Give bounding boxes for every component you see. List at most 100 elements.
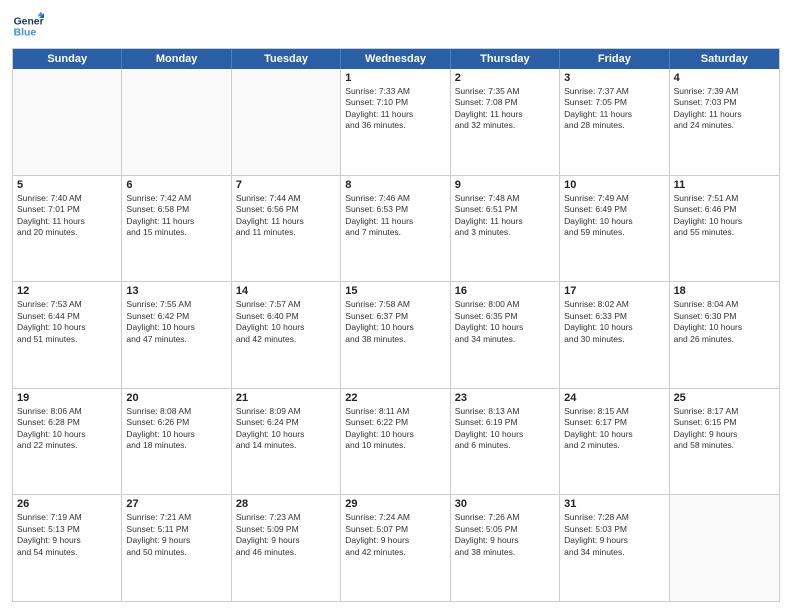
calendar-cell: 19Sunrise: 8:06 AM Sunset: 6:28 PM Dayli…	[13, 389, 122, 495]
header-day-tuesday: Tuesday	[232, 49, 341, 69]
calendar-cell: 1 Sunrise: 7:33 AM Sunset: 7:10 PM Daylig…	[341, 69, 450, 175]
header-day-thursday: Thursday	[451, 49, 560, 69]
cell-daylight-text: Sunrise: 7:46 AM Sunset: 6:53 PM Dayligh…	[345, 193, 445, 239]
header-day-saturday: Saturday	[670, 49, 779, 69]
calendar-cell: 6 Sunrise: 7:42 AM Sunset: 6:58 PM Daylig…	[122, 176, 231, 282]
calendar-cell: 13 Sunrise: 7:55 AM Sunset: 6:42 PM Dayli…	[122, 282, 231, 388]
cell-daylight-text: Sunrise: 8:15 AM Sunset: 6:17 PM Dayligh…	[564, 406, 664, 452]
day-number: 5	[17, 179, 117, 191]
cell-daylight-text: Sunrise: 7:42 AM Sunset: 6:58 PM Dayligh…	[126, 193, 226, 239]
cell-daylight-text: Sunrise: 7:39 AM Sunset: 7:03 PM Dayligh…	[674, 86, 775, 132]
cell-daylight-text: Sunrise: 7:55 AM Sunset: 6:42 PM Dayligh…	[126, 299, 226, 345]
day-number: 18	[674, 285, 775, 297]
calendar-cell	[13, 69, 122, 175]
calendar-cell: 30Sunrise: 7:26 AM Sunset: 5:05 PM Dayli…	[451, 495, 560, 601]
calendar-cell: 23 Sunrise: 8:13 AM Sunset: 6:19 PM Dayli…	[451, 389, 560, 495]
calendar-cell: 12 Sunrise: 7:53 AM Sunset: 6:44 PM Dayli…	[13, 282, 122, 388]
day-number: 31	[564, 498, 664, 510]
cell-daylight-text: Sunrise: 8:09 AM Sunset: 6:24 PM Dayligh…	[236, 406, 336, 452]
day-number: 4	[674, 72, 775, 84]
cell-daylight-text: Sunrise: 7:53 AM Sunset: 6:44 PM Dayligh…	[17, 299, 117, 345]
header-day-monday: Monday	[122, 49, 231, 69]
cell-daylight-text: Sunrise: 7:48 AM Sunset: 6:51 PM Dayligh…	[455, 193, 555, 239]
cell-daylight-text: Sunrise: 7:49 AM Sunset: 6:49 PM Dayligh…	[564, 193, 664, 239]
header-day-sunday: Sunday	[13, 49, 122, 69]
calendar-row-4: 19Sunrise: 8:06 AM Sunset: 6:28 PM Dayli…	[13, 389, 779, 496]
day-number: 1	[345, 72, 445, 84]
cell-daylight-text: Sunrise: 8:02 AM Sunset: 6:33 PM Dayligh…	[564, 299, 664, 345]
calendar-row-1: 1 Sunrise: 7:33 AM Sunset: 7:10 PM Daylig…	[13, 69, 779, 176]
cell-daylight-text: Sunrise: 8:17 AM Sunset: 6:15 PM Dayligh…	[674, 406, 775, 452]
day-number: 28	[236, 498, 336, 510]
calendar-cell: 5 Sunrise: 7:40 AM Sunset: 7:01 PM Daylig…	[13, 176, 122, 282]
cell-daylight-text: Sunrise: 7:35 AM Sunset: 7:08 PM Dayligh…	[455, 86, 555, 132]
logo: General Blue	[12, 10, 44, 42]
day-number: 15	[345, 285, 445, 297]
calendar-cell: 24 Sunrise: 8:15 AM Sunset: 6:17 PM Dayli…	[560, 389, 669, 495]
cell-daylight-text: Sunrise: 8:08 AM Sunset: 6:26 PM Dayligh…	[126, 406, 226, 452]
calendar-cell: 22 Sunrise: 8:11 AM Sunset: 6:22 PM Dayli…	[341, 389, 450, 495]
calendar-cell: 25Sunrise: 8:17 AM Sunset: 6:15 PM Dayli…	[670, 389, 779, 495]
day-number: 8	[345, 179, 445, 191]
cell-daylight-text: Sunrise: 8:13 AM Sunset: 6:19 PM Dayligh…	[455, 406, 555, 452]
cell-daylight-text: Sunrise: 8:00 AM Sunset: 6:35 PM Dayligh…	[455, 299, 555, 345]
day-number: 26	[17, 498, 117, 510]
day-number: 19	[17, 392, 117, 404]
cell-daylight-text: Sunrise: 7:58 AM Sunset: 6:37 PM Dayligh…	[345, 299, 445, 345]
calendar-cell: 3Sunrise: 7:37 AM Sunset: 7:05 PM Daylig…	[560, 69, 669, 175]
cell-daylight-text: Sunrise: 7:21 AM Sunset: 5:11 PM Dayligh…	[126, 512, 226, 558]
calendar-row-5: 26 Sunrise: 7:19 AM Sunset: 5:13 PM Dayli…	[13, 495, 779, 601]
cell-daylight-text: Sunrise: 7:19 AM Sunset: 5:13 PM Dayligh…	[17, 512, 117, 558]
cell-daylight-text: Sunrise: 8:04 AM Sunset: 6:30 PM Dayligh…	[674, 299, 775, 345]
calendar-cell: 16 Sunrise: 8:00 AM Sunset: 6:35 PM Dayli…	[451, 282, 560, 388]
calendar-cell: 14 Sunrise: 7:57 AM Sunset: 6:40 PM Dayli…	[232, 282, 341, 388]
calendar-row-3: 12 Sunrise: 7:53 AM Sunset: 6:44 PM Dayli…	[13, 282, 779, 389]
cell-daylight-text: Sunrise: 7:23 AM Sunset: 5:09 PM Dayligh…	[236, 512, 336, 558]
calendar-cell: 11Sunrise: 7:51 AM Sunset: 6:46 PM Dayli…	[670, 176, 779, 282]
day-number: 10	[564, 179, 664, 191]
day-number: 24	[564, 392, 664, 404]
calendar-cell: 31 Sunrise: 7:28 AM Sunset: 5:03 PM Dayli…	[560, 495, 669, 601]
day-number: 29	[345, 498, 445, 510]
calendar-cell: 10 Sunrise: 7:49 AM Sunset: 6:49 PM Dayli…	[560, 176, 669, 282]
calendar-cell: 26 Sunrise: 7:19 AM Sunset: 5:13 PM Dayli…	[13, 495, 122, 601]
day-number: 7	[236, 179, 336, 191]
cell-daylight-text: Sunrise: 7:33 AM Sunset: 7:10 PM Dayligh…	[345, 86, 445, 132]
cell-daylight-text: Sunrise: 7:57 AM Sunset: 6:40 PM Dayligh…	[236, 299, 336, 345]
day-number: 30	[455, 498, 555, 510]
day-number: 14	[236, 285, 336, 297]
calendar-cell	[232, 69, 341, 175]
calendar-cell: 18 Sunrise: 8:04 AM Sunset: 6:30 PM Dayli…	[670, 282, 779, 388]
day-number: 13	[126, 285, 226, 297]
day-number: 22	[345, 392, 445, 404]
header-day-friday: Friday	[560, 49, 669, 69]
calendar-cell: 8 Sunrise: 7:46 AM Sunset: 6:53 PM Daylig…	[341, 176, 450, 282]
header: General Blue	[12, 10, 780, 42]
day-number: 3	[564, 72, 664, 84]
day-number: 16	[455, 285, 555, 297]
day-number: 12	[17, 285, 117, 297]
cell-daylight-text: Sunrise: 7:40 AM Sunset: 7:01 PM Dayligh…	[17, 193, 117, 239]
calendar-cell: 20 Sunrise: 8:08 AM Sunset: 6:26 PM Dayli…	[122, 389, 231, 495]
day-number: 20	[126, 392, 226, 404]
cell-daylight-text: Sunrise: 8:11 AM Sunset: 6:22 PM Dayligh…	[345, 406, 445, 452]
calendar-header: SundayMondayTuesdayWednesdayThursdayFrid…	[13, 49, 779, 69]
day-number: 17	[564, 285, 664, 297]
day-number: 23	[455, 392, 555, 404]
day-number: 11	[674, 179, 775, 191]
cell-daylight-text: Sunrise: 7:28 AM Sunset: 5:03 PM Dayligh…	[564, 512, 664, 558]
page: General Blue SundayMondayTuesdayWednesda…	[0, 0, 792, 612]
calendar-cell: 2 Sunrise: 7:35 AM Sunset: 7:08 PM Daylig…	[451, 69, 560, 175]
svg-text:General: General	[14, 16, 44, 27]
cell-daylight-text: Sunrise: 7:44 AM Sunset: 6:56 PM Dayligh…	[236, 193, 336, 239]
calendar-cell	[670, 495, 779, 601]
calendar-body: 1 Sunrise: 7:33 AM Sunset: 7:10 PM Daylig…	[13, 69, 779, 601]
svg-text:Blue: Blue	[14, 28, 37, 39]
calendar-cell: 29 Sunrise: 7:24 AM Sunset: 5:07 PM Dayli…	[341, 495, 450, 601]
day-number: 2	[455, 72, 555, 84]
day-number: 6	[126, 179, 226, 191]
day-number: 27	[126, 498, 226, 510]
day-number: 9	[455, 179, 555, 191]
calendar-cell: 28 Sunrise: 7:23 AM Sunset: 5:09 PM Dayli…	[232, 495, 341, 601]
cell-daylight-text: Sunrise: 7:24 AM Sunset: 5:07 PM Dayligh…	[345, 512, 445, 558]
